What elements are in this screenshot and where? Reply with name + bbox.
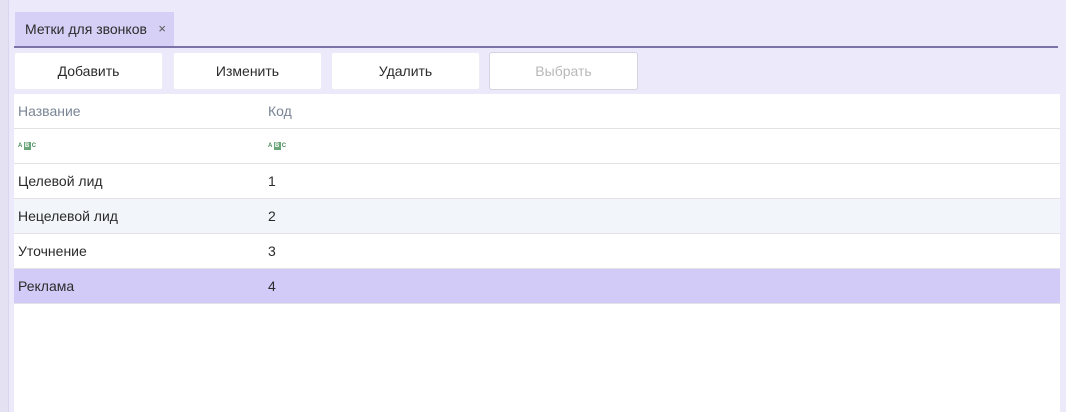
tab-title: Метки для звонков xyxy=(25,21,147,37)
cell-code: 2 xyxy=(268,208,276,224)
code-filter-cell[interactable]: ABC xyxy=(268,129,568,163)
abc-filter-icon: ABC xyxy=(18,142,37,150)
name-filter-cell[interactable]: ABC xyxy=(18,129,258,163)
edit-button[interactable]: Изменить xyxy=(173,52,322,90)
tab-bar: Метки для звонков × xyxy=(14,12,1058,48)
cell-name: Нецелевой лид xyxy=(18,208,118,224)
close-icon[interactable]: × xyxy=(158,21,166,36)
table-row[interactable]: Уточнение 3 xyxy=(14,234,1060,269)
tab-call-labels[interactable]: Метки для звонков × xyxy=(15,12,174,46)
cell-code: 3 xyxy=(268,243,276,259)
select-button: Выбрать xyxy=(489,52,638,90)
cell-code: 1 xyxy=(268,173,276,189)
abc-filter-icon: ABC xyxy=(268,142,287,150)
table-row-selected[interactable]: Реклама 4 xyxy=(14,269,1060,304)
column-header-code[interactable]: Код xyxy=(268,94,568,128)
cell-name: Целевой лид xyxy=(18,173,103,189)
grid-header-row: Название Код xyxy=(14,94,1060,129)
grid-filter-row: ABC ABC xyxy=(14,129,1060,164)
cell-name: Реклама xyxy=(18,278,75,294)
table-row[interactable]: Целевой лид 1 xyxy=(14,164,1060,199)
add-button[interactable]: Добавить xyxy=(14,52,163,90)
left-edge-panel xyxy=(0,0,9,412)
column-header-name[interactable]: Название xyxy=(18,94,258,128)
cell-code: 4 xyxy=(268,278,276,294)
table-row[interactable]: Нецелевой лид 2 xyxy=(14,199,1060,234)
cell-name: Уточнение xyxy=(18,243,87,259)
delete-button[interactable]: Удалить xyxy=(331,52,480,90)
data-grid: Название Код ABC ABC Целевой лид 1 Нецел… xyxy=(14,94,1060,412)
